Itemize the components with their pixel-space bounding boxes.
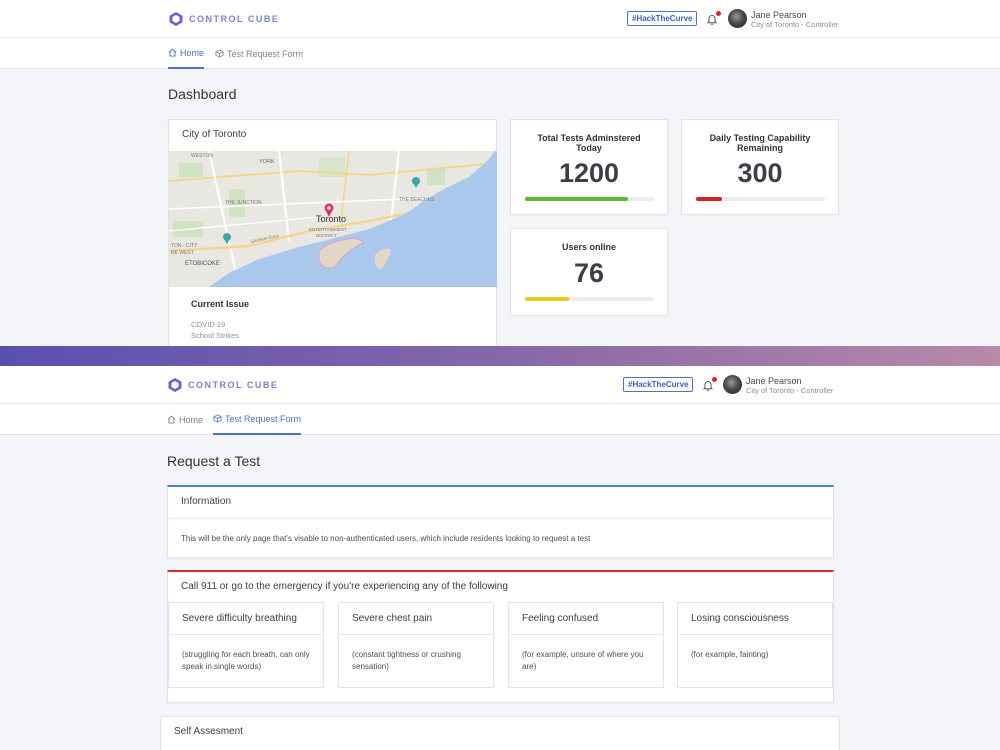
map-label-toronto: Toronto [316,214,346,224]
symptom-title: Losing consciousness [691,613,789,624]
notification-dot [712,377,717,382]
issue-item: COVID 19 [191,320,226,329]
tab-bar: Home Test Request Form [0,38,1000,69]
stat-value: 1200 [558,158,620,188]
symptom-card: Severe difficulty breathing (struggling … [168,602,324,688]
symptom-card: Severe chest pain (constant tightness or… [338,602,494,688]
user-role: City of Toronto - Controller [751,20,839,29]
map-card: City of Toronto WESTON YORK THE JUNCTION… [168,119,497,346]
tab-form-label: Test Request Form [227,48,304,59]
stat-progress-track [525,197,654,201]
avatar[interactable] [723,375,742,394]
tab-home-label: Home [180,47,205,58]
map-label-junction: THE JUNCTION [225,200,262,206]
hashtag-badge[interactable]: #HackTheCurve [623,377,694,392]
screenshot-divider [0,346,1000,366]
stat-value: 300 [737,158,783,188]
information-card: Information This will be the only page t… [167,485,834,558]
emergency-title: Call 911 or go to the emergency if you'r… [181,581,508,592]
bell-icon [706,14,718,25]
cube-icon [213,414,222,423]
notifications-button[interactable] [706,11,721,25]
top-bar: CONTROL CUBE #HackTheCurve Jane Pearson … [0,0,1000,38]
stat-progress-fill [525,297,569,301]
stat-title: Users online [561,242,617,252]
stat-card-capability-remaining: Daily Testing Capability Remaining 300 [681,119,839,215]
symptom-description: (for example, unsure of where you are) [522,650,644,671]
request-test-screen: CONTROL CUBE #HackTheCurve Jane Pearson … [0,366,1000,750]
tab-home[interactable]: Home [168,38,205,69]
map-label-rewest: RE WEST [171,250,194,256]
map-label-beaches: THE BEACHES [399,197,435,203]
city-map[interactable]: WESTON YORK THE JUNCTION Toronto THE BEA… [169,151,497,287]
user-name: Jane Pearson [751,10,807,20]
cube-logo-icon [168,378,182,392]
tab-home[interactable]: Home [167,404,203,435]
map-label-etobicoke: ETOBICOKE [185,261,220,267]
dashboard-screen: CONTROL CUBE #HackTheCurve Jane Pearson … [0,0,1000,346]
map-label-toncity: TON - CITY [171,243,198,249]
logo[interactable]: CONTROL CUBE [168,11,279,27]
logo-text: CONTROL CUBE [189,14,280,24]
hashtag-badge[interactable]: #HackTheCurve [627,11,698,26]
symptom-description: (struggling for each breath, can only sp… [182,650,310,671]
tab-bar: Home Test Request Form [0,404,1000,435]
cube-icon [215,49,224,58]
symptom-card: Feeling confused (for example, unsure of… [508,602,664,688]
user-name: Jane Pearson [746,376,802,386]
map-label-district: DISTRICT [316,233,337,238]
notification-dot [716,11,721,16]
tab-test-request-form[interactable]: Test Request Form [215,38,303,69]
symptom-description: (constant tightness or crushing sensatio… [352,650,461,671]
page-title: Request a Test [167,453,261,469]
stat-card-users-online: Users online 76 [510,228,668,316]
logo-text: CONTROL CUBE [188,380,279,390]
symptom-title: Severe difficulty breathing [182,613,297,624]
card-divider [168,518,833,519]
stat-title: Daily Testing Capability Remaining [709,133,811,153]
issue-item: School Strikes [191,331,239,340]
card-divider [339,634,493,635]
top-bar: CONTROL CUBE #HackTheCurve Jane Pearson … [0,366,1000,404]
map-label-weston: WESTON [191,153,213,159]
current-issue-title: Current Issue [191,299,250,309]
stat-card-total-tests: Total Tests Adminstered Today 1200 [510,119,668,215]
self-assessment-card: Self Assesment [160,716,840,750]
stat-progress-track [525,297,654,301]
symptom-description: (for example, fainting) [691,650,769,659]
information-body: This will be the only page that's visabl… [181,534,591,543]
stat-value: 76 [573,258,605,288]
self-assessment-title: Self Assesment [174,726,243,737]
map-graphic: WESTON YORK THE JUNCTION Toronto THE BEA… [169,151,497,287]
card-divider [678,634,832,635]
page-title: Dashboard [168,86,237,102]
card-divider [169,634,323,635]
user-role: City of Toronto - Controller [746,386,834,395]
map-card-title: City of Toronto [182,129,247,140]
avatar[interactable] [728,9,747,28]
logo[interactable]: CONTROL CUBE [167,377,278,393]
symptom-card: Losing consciousness (for example, faint… [677,602,833,688]
information-title: Information [181,496,232,507]
stat-progress-fill [525,197,629,201]
symptom-title: Feeling confused [522,613,599,624]
notifications-button[interactable] [702,377,717,391]
stat-title: Total Tests Adminstered Today [537,133,641,153]
map-label-york: YORK [259,159,275,165]
home-icon [167,415,176,424]
tab-form-label: Test Request Form [225,413,302,424]
map-label-entertainment: ENTERTAINMENT [309,227,347,232]
symptom-title: Severe chest pain [352,613,433,624]
stat-progress-track [696,197,825,201]
card-divider [509,634,663,635]
bell-icon [702,380,714,391]
tab-test-request-form[interactable]: Test Request Form [213,404,302,435]
home-icon [168,48,177,57]
stat-progress-fill [696,197,722,201]
cube-logo-icon [169,12,183,26]
tab-home-label: Home [179,414,204,425]
